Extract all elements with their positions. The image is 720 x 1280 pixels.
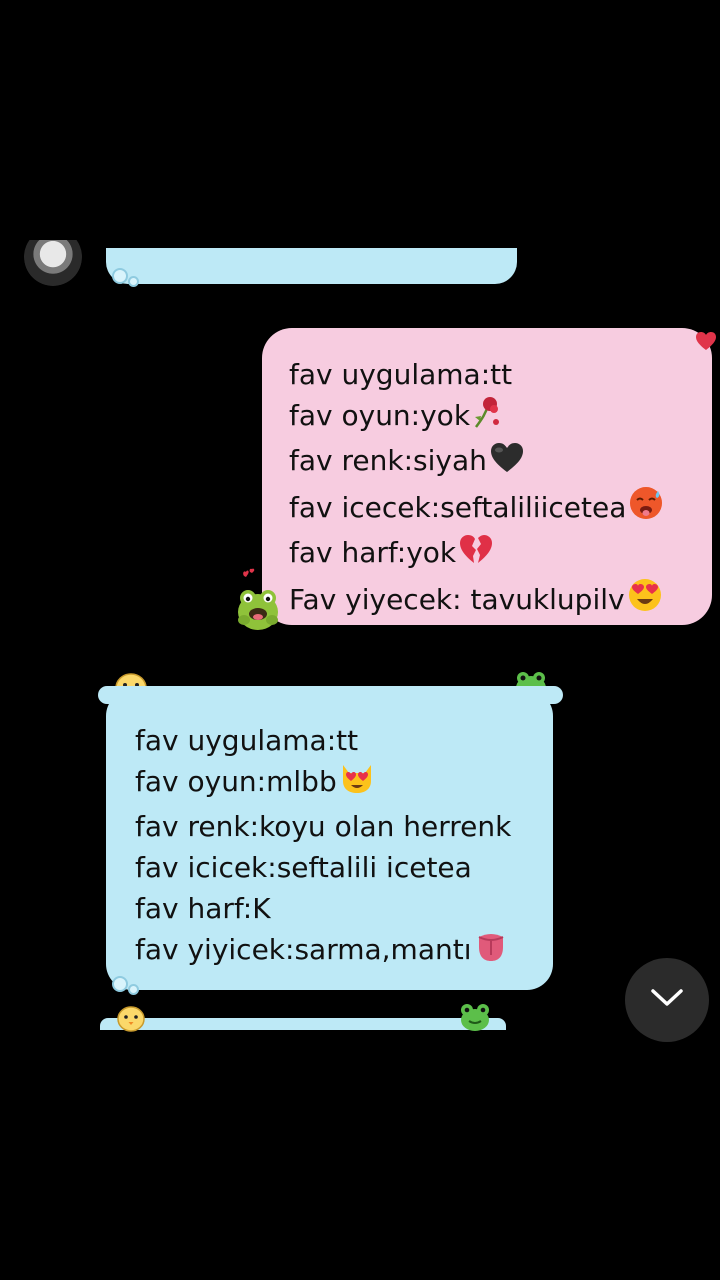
incoming-message-bubble[interactable]: fav uygulama:tt fav oyun:mlbb fav renk:k… xyxy=(98,686,563,995)
outgoing-message-bubble[interactable]: fav uygulama:tt fav oyun:yok fav renk:si… xyxy=(262,328,712,625)
message-line: Fav yiyecek: tavuklupilv xyxy=(289,577,692,624)
message-bubble-partial[interactable] xyxy=(100,1018,506,1030)
message-line: fav icecek:seftaliliicetea xyxy=(289,485,692,532)
message-line: fav renk:siyah xyxy=(289,440,692,485)
contact-avatar[interactable] xyxy=(24,240,82,286)
message-line: fav renk:koyu olan herrenk xyxy=(135,810,512,843)
heart-reaction-icon xyxy=(695,330,717,356)
message-bubble-partial[interactable] xyxy=(106,248,517,287)
chick-sticker-icon xyxy=(114,1004,148,1036)
message-line: fav oyun:mlbb xyxy=(135,761,537,806)
message-line: fav uygulama:tt xyxy=(289,358,513,391)
message-line: fav harf:K xyxy=(135,892,271,925)
heart-eyes-cat-icon xyxy=(339,761,375,806)
message-line: fav harf:yok xyxy=(289,532,692,577)
broken-heart-icon xyxy=(458,534,494,577)
message-line: fav oyun:yok xyxy=(289,395,692,440)
heart-eyes-icon xyxy=(627,577,663,624)
black-heart-icon xyxy=(489,442,525,485)
hot-face-icon xyxy=(628,485,664,532)
message-line: fav icicek:seftalili icetea xyxy=(135,851,472,884)
scroll-down-button[interactable] xyxy=(625,958,709,1042)
frog-sticker-icon xyxy=(234,568,282,636)
message-line: fav yiyicek:sarma,mantı xyxy=(135,929,537,974)
chevron-down-icon xyxy=(650,988,684,1012)
message-line: fav uygulama:tt xyxy=(135,724,359,757)
wilted-flower-icon xyxy=(472,395,502,440)
tongue-icon xyxy=(474,929,508,974)
frog-icon xyxy=(456,1000,494,1036)
chat-area[interactable]: fav uygulama:tt fav oyun:yok fav renk:si… xyxy=(0,0,720,1280)
